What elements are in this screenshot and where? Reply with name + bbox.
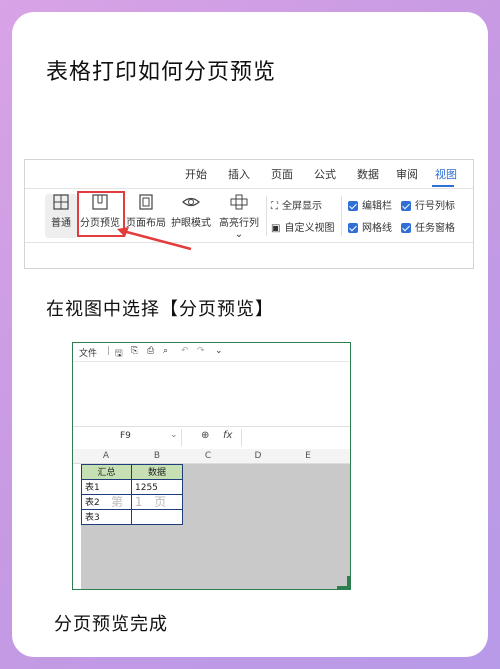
file-menu[interactable]: 文件 — [79, 346, 97, 359]
page-layout-icon — [139, 194, 153, 210]
ribbon-tabs: 开始 插入 页面 公式 数据 审阅 视图 — [25, 160, 473, 189]
fullscreen-button[interactable]: ⛶ 全屏显示 — [271, 197, 322, 213]
chevron-down-icon[interactable]: ⌄ — [215, 346, 223, 356]
divider — [341, 196, 342, 236]
fx-icon[interactable]: fx — [223, 430, 232, 441]
taskpane-label: 任务窗格 — [415, 223, 455, 234]
taskpane-checkbox[interactable]: 任务窗格 — [401, 219, 455, 234]
formula-bar: F9 ⌄ ⊕ fx — [73, 426, 350, 450]
row-col-headers-checkbox[interactable]: 行号列标 — [401, 197, 455, 212]
step1-caption: 在视图中选择【分页预览】 — [46, 299, 274, 320]
tab-page[interactable]: 页面 — [271, 166, 293, 182]
print-preview-icon[interactable]: ⌕ — [163, 346, 168, 356]
fullscreen-icon: ⛶ — [271, 200, 278, 212]
highlight-rowcol-label: 高亮行列 — [219, 218, 259, 229]
column-header[interactable]: B — [131, 449, 184, 464]
formula-bar-checkbox[interactable]: 编辑栏 — [348, 197, 392, 212]
eye-icon — [182, 197, 200, 207]
tab-view[interactable]: 视图 — [435, 166, 457, 182]
divider — [241, 429, 242, 446]
row-col-headers-label: 行号列标 — [415, 201, 455, 212]
crosshair-icon — [230, 194, 248, 210]
undo-icon[interactable]: ↶ — [181, 346, 189, 356]
custom-view-icon: ▣ — [271, 222, 281, 234]
print-icon[interactable]: ⎙ — [147, 346, 154, 356]
normal-view-label: 普通 — [51, 218, 71, 229]
zoom-icon[interactable]: ⊕ — [201, 430, 209, 441]
column-header[interactable]: C — [183, 449, 234, 464]
name-box[interactable]: F9 ⌄ — [78, 430, 178, 445]
checkbox-checked-icon — [401, 201, 411, 211]
checkbox-checked-icon — [348, 223, 358, 233]
fullscreen-label: 全屏显示 — [282, 201, 322, 212]
selection-corner — [337, 576, 350, 589]
divider: | — [107, 346, 111, 356]
custom-view-label: 自定义视图 — [284, 223, 335, 234]
tab-insert[interactable]: 插入 — [228, 166, 250, 182]
tab-formula[interactable]: 公式 — [314, 166, 336, 182]
table-cell[interactable]: 表3 — [81, 509, 132, 525]
tab-data[interactable]: 数据 — [357, 166, 379, 182]
redo-icon[interactable]: ↷ — [197, 346, 205, 356]
export-icon[interactable]: ⎘ — [131, 346, 138, 356]
name-box-value: F9 — [120, 431, 131, 441]
step2-caption: 分页预览完成 — [54, 614, 168, 635]
page-number-watermark: 第 1 页 — [111, 495, 171, 509]
active-tab-indicator — [432, 185, 454, 187]
red-arrow-icon — [117, 227, 192, 251]
checkbox-checked-icon — [401, 223, 411, 233]
page-title: 表格打印如何分页预览 — [46, 60, 277, 85]
divider — [266, 196, 267, 236]
divider — [181, 429, 182, 446]
custom-view-button[interactable]: ▣ 自定义视图 — [271, 219, 335, 235]
gridlines-label: 网格线 — [362, 223, 392, 234]
column-header[interactable]: E — [283, 449, 334, 464]
table-header-cell[interactable]: 汇总 — [81, 464, 132, 480]
column-header[interactable]: D — [233, 449, 284, 464]
table-header-cell[interactable]: 数据 — [131, 464, 183, 480]
save-icon[interactable]: 🖫 — [115, 346, 123, 362]
gridlines-checkbox[interactable]: 网格线 — [348, 219, 392, 234]
chevron-down-icon: ⌄ — [234, 229, 244, 240]
highlight-rowcol-button[interactable]: 高亮行列 ⌄ — [215, 194, 263, 240]
normal-view-button[interactable]: 普通 — [45, 194, 77, 238]
ribbon-screenshot: 开始 插入 页面 公式 数据 审阅 视图 普通 分页预览 页面布局 护眼模式 高… — [24, 159, 474, 269]
content-card: 表格打印如何分页预览 开始 插入 页面 公式 数据 审阅 视图 普通 分页预览 … — [12, 12, 488, 657]
ribbon-bottom-border — [25, 242, 473, 243]
checkbox-checked-icon — [348, 201, 358, 211]
column-header[interactable] — [333, 449, 350, 464]
spreadsheet-screenshot: 文件 | 🖫 ⎘ ⎙ ⌕ ↶ ↷ ⌄ F9 ⌄ ⊕ fx A B C D E 汇… — [72, 342, 351, 590]
quick-access-toolbar: 文件 | 🖫 ⎘ ⎙ ⌕ ↶ ↷ ⌄ — [73, 343, 350, 362]
tab-home[interactable]: 开始 — [185, 166, 207, 182]
table-cell[interactable] — [131, 509, 183, 525]
column-header[interactable]: A — [81, 449, 132, 464]
tab-review[interactable]: 审阅 — [396, 166, 418, 182]
formula-bar-label: 编辑栏 — [362, 201, 392, 212]
chevron-down-icon: ⌄ — [170, 430, 178, 440]
grid-icon — [53, 194, 69, 210]
